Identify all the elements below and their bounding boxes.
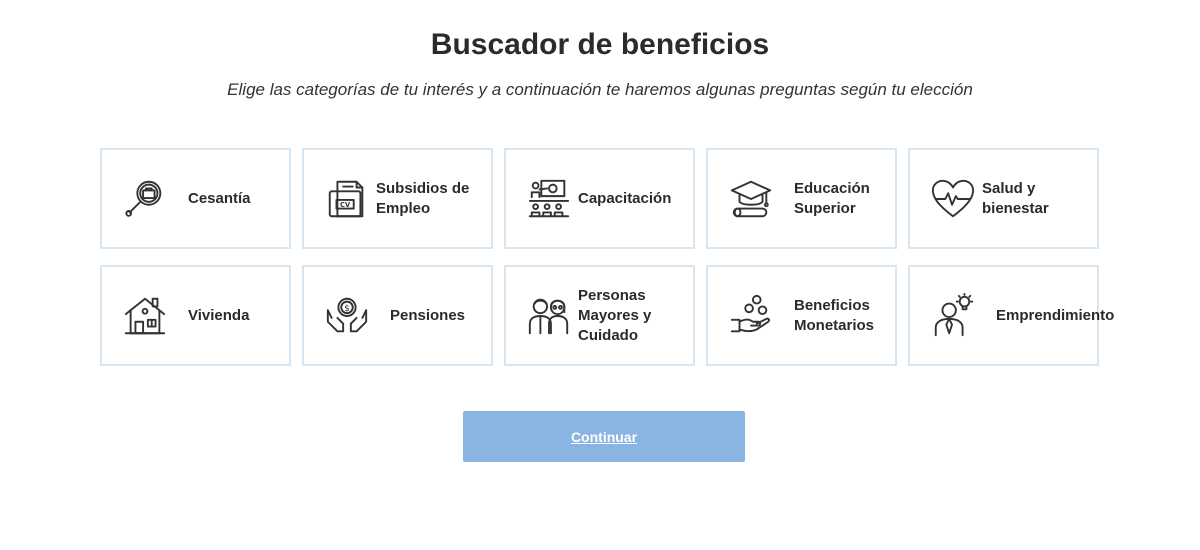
category-card-vivienda[interactable]: Vivienda <box>100 265 291 366</box>
classroom-icon <box>524 174 574 224</box>
svg-text:$: $ <box>344 304 349 314</box>
elderly-couple-icon <box>524 291 574 341</box>
category-card-pensiones[interactable]: $ Pensiones <box>302 265 493 366</box>
graduation-cap-icon <box>726 174 776 224</box>
category-label: Emprendimiento <box>996 306 1115 324</box>
category-label: Pensiones <box>390 306 466 324</box>
category-card-personas-mayores[interactable]: Personas Mayores y Cuidado <box>504 265 695 366</box>
hand-coins-icon <box>726 291 776 341</box>
continue-button[interactable]: Continuar <box>463 411 745 462</box>
hands-coin-icon: $ <box>322 291 372 341</box>
category-label: Salud y bienestar <box>982 179 1049 217</box>
category-card-emprendimiento[interactable]: Emprendimiento <box>908 265 1114 366</box>
benefits-finder-page: Buscador de beneficios Elige las categor… <box>0 0 1200 550</box>
category-card-capacitacion[interactable]: Capacitación <box>504 148 695 249</box>
cv-document-icon: CV <box>322 174 372 224</box>
category-card-educacion-superior[interactable]: Educación Superior <box>706 148 897 249</box>
svg-text:CV: CV <box>340 201 351 209</box>
heart-pulse-icon <box>928 174 978 224</box>
house-icon <box>120 291 170 341</box>
category-card-beneficios-monetarios[interactable]: Beneficios Monetarios <box>706 265 897 366</box>
page-subtitle: Elige las categorías de tu interés y a c… <box>227 80 973 99</box>
job-search-icon <box>120 174 170 224</box>
category-grid: Cesantía CV Subsidios de Empleo Capacita… <box>100 148 1114 366</box>
category-card-cesantia[interactable]: Cesantía <box>100 148 291 249</box>
category-label: Personas Mayores y Cuidado <box>578 286 652 344</box>
category-label: Vivienda <box>188 306 250 324</box>
category-card-salud-bienestar[interactable]: Salud y bienestar <box>908 148 1099 249</box>
entrepreneur-icon <box>928 291 978 341</box>
category-label: Capacitación <box>578 189 672 207</box>
category-card-subsidios-empleo[interactable]: CV Subsidios de Empleo <box>302 148 493 249</box>
category-label: Subsidios de Empleo <box>376 179 470 217</box>
category-label: Educación Superior <box>794 179 870 217</box>
category-label: Cesantía <box>188 189 251 207</box>
page-title: Buscador de beneficios <box>430 28 770 61</box>
category-label: Beneficios Monetarios <box>794 296 875 334</box>
